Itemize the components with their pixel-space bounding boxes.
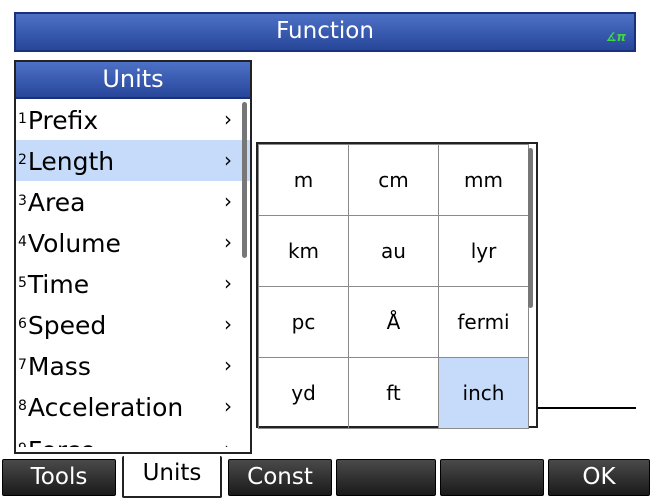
unit-cell-lyr[interactable]: lyr xyxy=(438,215,529,287)
menu-item-number: 4 xyxy=(18,234,27,250)
menu-item-force[interactable]: 9Force › xyxy=(16,427,250,447)
menu-item-label: Volume xyxy=(27,229,121,258)
menu-item-number: 1 xyxy=(18,111,27,127)
unit-cell-au[interactable]: au xyxy=(348,215,439,287)
menu-item-number: 7 xyxy=(18,357,27,373)
grid-row: yd ft inch xyxy=(258,357,529,429)
chevron-right-icon: › xyxy=(224,271,232,295)
menu-item-number: 5 xyxy=(18,275,27,291)
unit-cell-pc[interactable]: pc xyxy=(258,286,349,358)
grid-row: km au lyr xyxy=(258,215,529,287)
calculator-screen: Function ∡π Units 1Prefix › 2Length › 3A… xyxy=(0,0,652,498)
title-bar: Function ∡π xyxy=(14,12,636,52)
menu-item-label: Length xyxy=(27,147,115,176)
units-menu-title: Units xyxy=(16,62,250,99)
unit-cell-m[interactable]: m xyxy=(258,144,349,216)
menu-item-volume[interactable]: 4Volume › xyxy=(16,222,250,263)
menu-item-label: Speed xyxy=(27,311,107,340)
menu-item-label: Time xyxy=(27,270,90,299)
blank-softkey-1[interactable] xyxy=(336,459,436,496)
chevron-right-icon: › xyxy=(224,353,232,377)
submenu-scrollbar[interactable] xyxy=(528,148,533,308)
chevron-right-icon: › xyxy=(224,427,232,447)
const-softkey[interactable]: Const xyxy=(228,459,332,496)
menu-scrollbar[interactable] xyxy=(242,102,247,258)
grid-row: m cm mm xyxy=(258,144,529,216)
menu-item-mass[interactable]: 7Mass › xyxy=(16,345,250,386)
menu-item-prefix[interactable]: 1Prefix › xyxy=(16,99,250,140)
ok-softkey[interactable]: OK xyxy=(548,459,650,496)
menu-item-number: 6 xyxy=(18,316,27,332)
length-units-grid: m cm mm km au lyr pc Å fermi yd ft inch xyxy=(258,144,529,429)
chevron-right-icon: › xyxy=(224,148,232,172)
menu-item-number: 2 xyxy=(18,152,27,168)
angle-mode-icon: ∡π xyxy=(605,30,626,44)
menu-item-label: Acceleration xyxy=(27,393,184,422)
menu-item-number: 3 xyxy=(18,193,27,209)
menu-item-area[interactable]: 3Area › xyxy=(16,181,250,222)
tools-softkey[interactable]: Tools xyxy=(2,459,116,496)
background-line xyxy=(536,407,636,409)
unit-cell-ft[interactable]: ft xyxy=(348,357,439,429)
unit-cell-yd[interactable]: yd xyxy=(258,357,349,429)
unit-cell-mm[interactable]: mm xyxy=(438,144,529,216)
blank-softkey-2[interactable] xyxy=(440,459,544,496)
chevron-right-icon: › xyxy=(224,394,232,418)
chevron-right-icon: › xyxy=(224,312,232,336)
chevron-right-icon: › xyxy=(224,230,232,254)
menu-item-speed[interactable]: 6Speed › xyxy=(16,304,250,345)
menu-item-number: 9 xyxy=(18,441,27,447)
unit-cell-cm[interactable]: cm xyxy=(348,144,439,216)
menu-item-number: 8 xyxy=(18,398,27,414)
unit-cell-fermi[interactable]: fermi xyxy=(438,286,529,358)
unit-cell-angstrom[interactable]: Å xyxy=(348,286,439,358)
length-units-submenu: m cm mm km au lyr pc Å fermi yd ft inch xyxy=(256,142,538,429)
app-title: Function xyxy=(276,18,374,44)
units-menu: Units 1Prefix › 2Length › 3Area › 4Volum… xyxy=(14,60,252,454)
menu-item-label: Area xyxy=(27,188,86,217)
menu-item-length[interactable]: 2Length › xyxy=(16,140,250,181)
unit-cell-inch[interactable]: inch xyxy=(438,357,529,429)
softkey-bar: Tools Units Const OK xyxy=(0,456,652,498)
menu-item-time[interactable]: 5Time › xyxy=(16,263,250,304)
units-softkey[interactable]: Units xyxy=(122,456,222,498)
menu-item-label: Prefix xyxy=(27,106,99,135)
grid-row: pc Å fermi xyxy=(258,286,529,358)
unit-cell-km[interactable]: km xyxy=(258,215,349,287)
chevron-right-icon: › xyxy=(224,107,232,131)
menu-item-acceleration[interactable]: 8Acceleration › xyxy=(16,386,250,427)
chevron-right-icon: › xyxy=(224,189,232,213)
menu-item-label: Force xyxy=(28,436,96,447)
menu-item-label: Mass xyxy=(27,352,91,381)
